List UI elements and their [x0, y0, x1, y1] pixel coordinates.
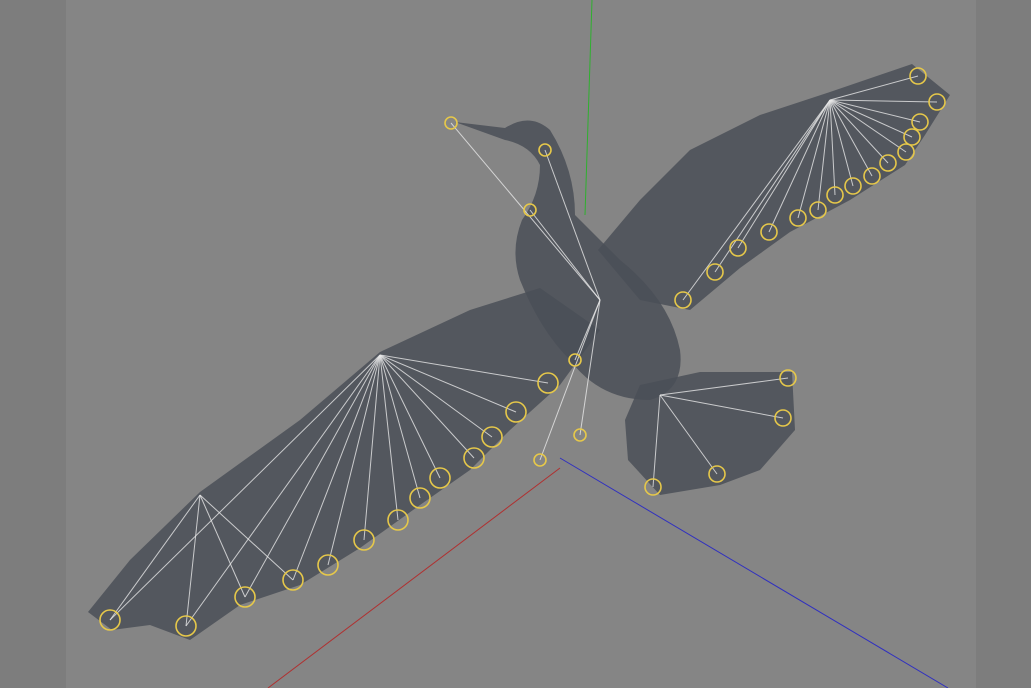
- right-side-band: [976, 0, 1031, 688]
- 3d-viewport[interactable]: [0, 0, 1031, 688]
- scene[interactable]: [0, 0, 1031, 688]
- z-axis-line: [559, 457, 949, 688]
- left-side-band: [0, 0, 66, 688]
- left-wing-mesh[interactable]: [88, 288, 600, 640]
- y-axis-line: [584, 0, 593, 216]
- bird-mesh[interactable]: [88, 64, 950, 640]
